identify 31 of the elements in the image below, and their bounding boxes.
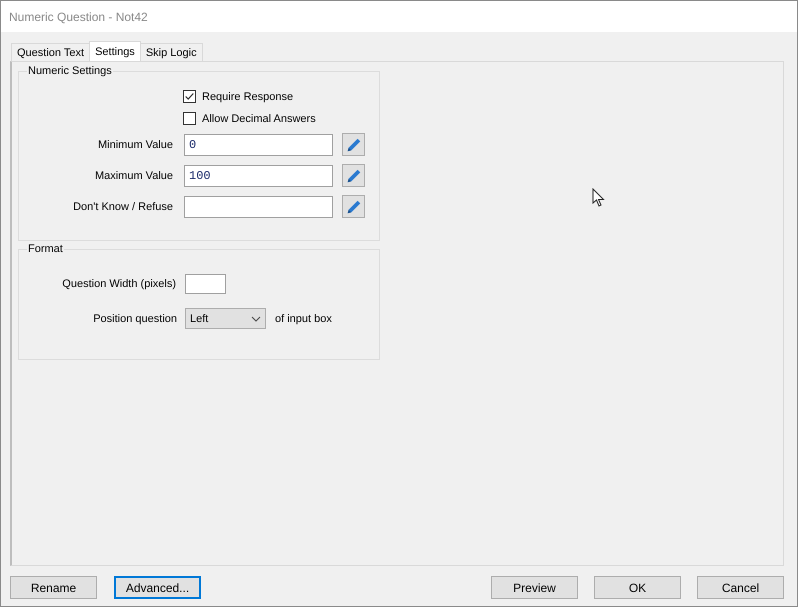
edit-button[interactable] [342, 133, 365, 156]
tab[interactable]: Skip Logic [140, 43, 203, 61]
mouse-pointer-icon [592, 188, 606, 208]
field-label: Don't Know / Refuse [72, 200, 173, 212]
dialog-button[interactable]: Rename [10, 576, 97, 599]
input-field[interactable] [185, 274, 226, 294]
checkbox-label: Require Response [202, 90, 294, 102]
tab[interactable]: Question Text [11, 43, 90, 61]
edit-button[interactable] [342, 164, 365, 187]
field-label: Position question [92, 312, 177, 324]
window-title: Numeric Question - Not42 [9, 10, 148, 24]
dialog-button[interactable]: Preview [491, 576, 578, 599]
checkbox[interactable] [183, 90, 196, 103]
input-field[interactable] [184, 196, 333, 218]
edit-button[interactable] [342, 195, 365, 218]
checkbox-label: Allow Decimal Answers [202, 112, 316, 124]
field-suffix: of input box [275, 312, 332, 324]
input-field[interactable]: 100 [184, 164, 333, 186]
group-title: Numeric Settings [27, 65, 113, 77]
dropdown[interactable]: Left [185, 308, 266, 329]
dialog-button[interactable]: OK [594, 576, 681, 599]
dialog-button[interactable]: Cancel [697, 576, 784, 599]
dialog-button[interactable]: Advanced... [114, 576, 201, 599]
field-label: Maximum Value [94, 170, 173, 182]
chevron-down-icon [251, 316, 261, 322]
group-title: Format [27, 243, 64, 255]
input-field[interactable]: 0 [184, 134, 333, 156]
field-label: Minimum Value [97, 138, 173, 150]
tab[interactable]: Settings [89, 41, 141, 61]
checkbox[interactable] [183, 112, 196, 125]
field-label: Question Width (pixels) [61, 278, 176, 290]
